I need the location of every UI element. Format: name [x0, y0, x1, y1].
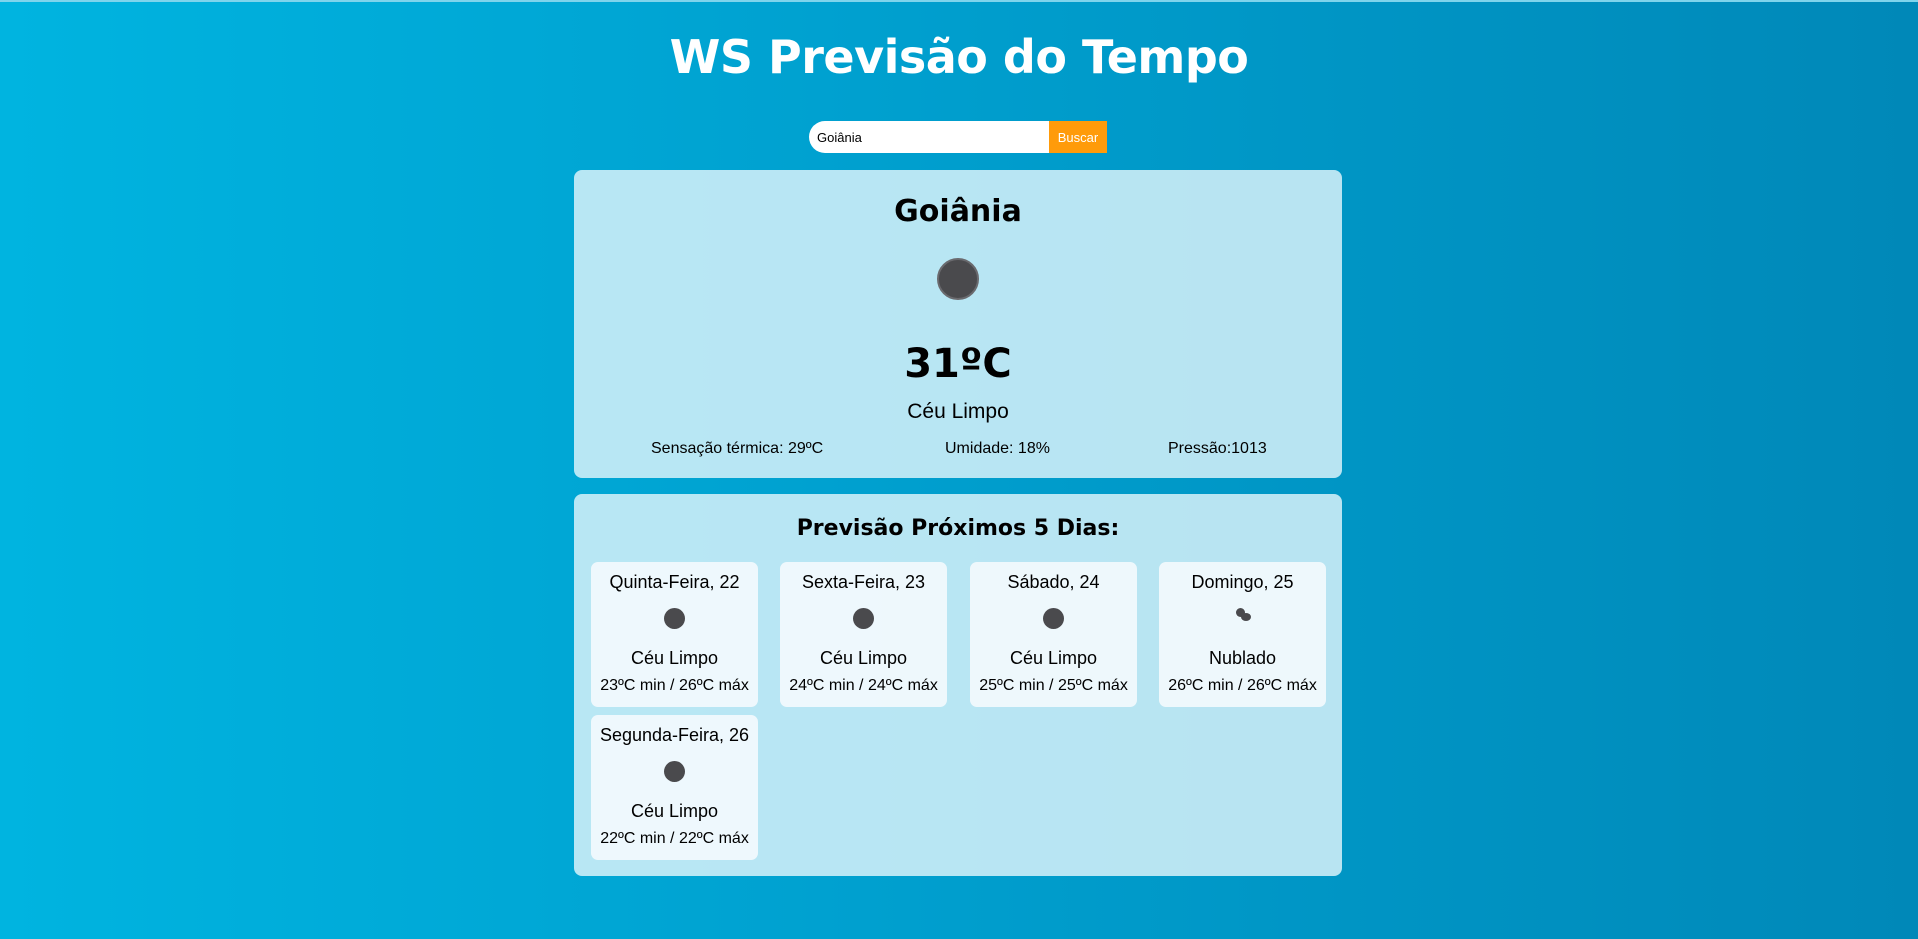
search-bar: Buscar — [809, 121, 1107, 153]
clear-sky-icon — [664, 761, 685, 782]
current-condition: Céu Limpo — [907, 400, 1009, 423]
search-button[interactable]: Buscar — [1049, 121, 1107, 153]
app-title: WS Previsão do Tempo — [669, 30, 1249, 84]
forecast-day-name: Domingo, 25 — [1191, 572, 1294, 592]
city-name: Goiânia — [894, 194, 1022, 229]
clear-sky-icon — [937, 258, 979, 300]
forecast-day-name: Sábado, 24 — [1007, 572, 1100, 592]
current-temperature: 31ºC — [904, 341, 1012, 387]
forecast-day-name: Sexta-Feira, 23 — [801, 572, 926, 592]
forecast-condition: Céu Limpo — [1009, 648, 1098, 668]
search-input[interactable] — [809, 121, 1049, 153]
clear-sky-icon — [664, 608, 685, 629]
forecast-day-card: Sexta-Feira, 23 Céu Limpo 24ºC min / 24º… — [780, 562, 947, 707]
forecast-temp-range: 25ºC min / 25ºC máx — [979, 677, 1128, 694]
forecast-day-card: Segunda-Feira, 26 Céu Limpo 22ºC min / 2… — [591, 715, 758, 860]
forecast-day-card: Quinta-Feira, 22 Céu Limpo 23ºC min / 26… — [591, 562, 758, 707]
forecast-condition: Céu Limpo — [819, 648, 908, 668]
clear-sky-icon — [1043, 608, 1064, 629]
cloudy-icon — [1232, 608, 1253, 629]
forecast-day-card: Domingo, 25 Nublado 26ºC min / 26ºC máx — [1159, 562, 1326, 707]
forecast-day-name: Quinta-Feira, 22 — [609, 572, 740, 592]
forecast-day-card: Sábado, 24 Céu Limpo 25ºC min / 25ºC máx — [970, 562, 1137, 707]
humidity: Umidade: 18% — [945, 440, 1050, 457]
feels-like: Sensação térmica: 29ºC — [651, 440, 824, 457]
forecast-temp-range: 24ºC min / 24ºC máx — [789, 677, 938, 694]
forecast-temp-range: 23ºC min / 26ºC máx — [600, 677, 749, 694]
current-weather-card: Goiânia 31ºC Céu Limpo Sensação térmica:… — [574, 170, 1342, 478]
forecast-temp-range: 26ºC min / 26ºC máx — [1168, 677, 1317, 694]
forecast-title: Previsão Próximos 5 Dias: — [796, 516, 1120, 541]
forecast-condition: Nublado — [1208, 648, 1277, 668]
forecast-day-name: Segunda-Feira, 26 — [599, 725, 750, 745]
forecast-condition: Céu Limpo — [630, 801, 719, 821]
forecast-card: Previsão Próximos 5 Dias: Quinta-Feira, … — [574, 494, 1342, 876]
pressure: Pressão:1013 — [1168, 440, 1267, 457]
clear-sky-icon — [853, 608, 874, 629]
forecast-temp-range: 22ºC min / 22ºC máx — [600, 830, 749, 847]
forecast-condition: Céu Limpo — [630, 648, 719, 668]
